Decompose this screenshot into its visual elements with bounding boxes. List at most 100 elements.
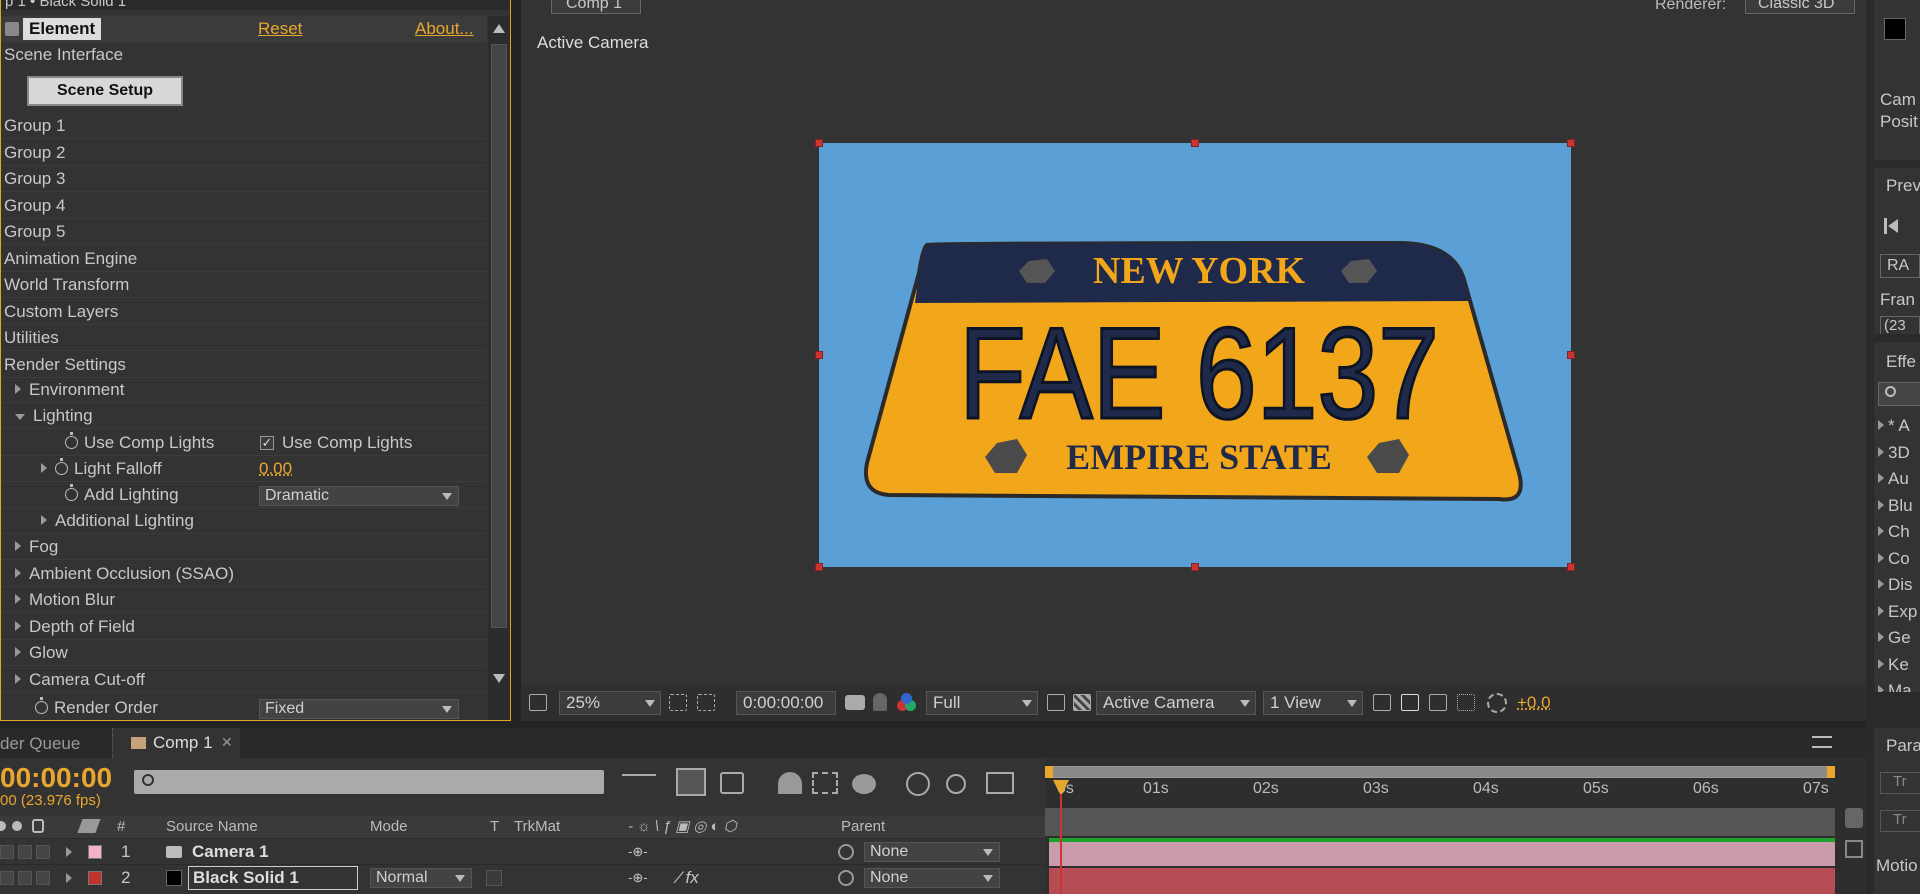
render-settings-group[interactable]: Depth of Field [1,614,487,640]
blend-mode-dropdown[interactable]: Normal [370,868,472,888]
lighting-group[interactable]: Lighting [1,403,487,429]
expand-triangle-icon[interactable] [1878,526,1884,536]
safe-areas-icon[interactable] [669,694,687,711]
lock-icon[interactable] [32,819,44,833]
timecode-field[interactable]: 0:00:00:00 [736,691,836,715]
layer-name[interactable]: Camera 1 [192,839,269,865]
transform-handle[interactable] [1567,563,1575,571]
panel-menu-icon[interactable] [1812,736,1832,748]
expand-triangle-icon[interactable] [66,847,72,857]
solo-switch-icon[interactable] [12,821,22,831]
light-falloff-value[interactable]: 0.00 [259,456,292,482]
transform-handle[interactable] [1191,139,1199,147]
property-group[interactable]: Custom Layers [1,299,487,325]
label-tag-icon[interactable] [77,819,101,833]
layer-row[interactable]: 2 Black Solid 1 Normal -⊕- ⁄ fx None [0,864,1045,890]
shy-switch-icon[interactable]: -⊕- [628,839,648,865]
show-snapshot-icon[interactable] [873,693,887,711]
effects-category[interactable]: Ch [1878,522,1910,542]
effects-category[interactable]: 3D [1878,443,1910,463]
effects-category[interactable]: Co [1878,549,1910,569]
tab-render-queue[interactable]: der Queue [0,734,80,754]
time-graph[interactable]: 0s 01s 02s 03s 04s 05s 06s 07s [1045,758,1866,894]
draft-3d-icon[interactable] [676,768,706,796]
mask-visibility-icon[interactable] [697,694,715,711]
expand-triangle-icon[interactable] [1878,658,1884,669]
expand-triangle-icon[interactable] [1878,473,1884,483]
property-group[interactable]: Animation Engine [1,246,487,272]
effects-search-input[interactable] [1878,382,1920,406]
preserve-transparency-toggle[interactable] [486,870,502,886]
close-tab-icon[interactable]: ✕ [221,734,233,751]
transform-handle[interactable] [1567,351,1575,359]
additional-lighting-group[interactable]: Additional Lighting [1,508,487,534]
property-group[interactable]: World Transform [1,272,487,298]
col-source-name[interactable]: Source Name [166,816,258,838]
scroll-thumb[interactable] [491,44,507,628]
brainstorm-icon[interactable] [906,772,930,796]
comp-mini-flowchart-icon[interactable] [622,774,656,792]
parent-pickwhip-icon[interactable] [838,870,854,886]
effects-category[interactable]: Dis [1878,575,1913,595]
transparency-grid-icon[interactable] [1073,694,1091,711]
zoom-dropdown[interactable]: 25% [559,691,661,715]
stopwatch-icon[interactable] [55,458,68,475]
effects-category[interactable]: * A [1878,416,1910,436]
property-group[interactable]: Group 3 [1,166,487,192]
solo-toggle[interactable] [18,845,32,859]
tracker-field[interactable]: Tr [1880,810,1920,832]
lock-toggle[interactable] [36,845,50,859]
visibility-toggle[interactable] [0,845,14,859]
layer-2-bar[interactable] [1049,868,1835,894]
label-color-swatch[interactable] [88,845,102,859]
first-frame-icon[interactable] [1884,218,1898,234]
always-preview-icon[interactable] [529,694,547,711]
hide-shy-layers-icon[interactable] [720,772,744,794]
transform-handle[interactable] [815,563,823,571]
work-area-end[interactable] [1827,766,1835,778]
visibility-toggle[interactable] [0,871,14,885]
scroll-up-arrow-icon[interactable] [493,24,505,33]
about-link[interactable]: About... [415,16,474,42]
effects-category[interactable]: Ke [1878,655,1909,675]
render-settings-group[interactable]: Fog [1,534,487,560]
scrollbar[interactable] [488,16,510,720]
graph-editor-toggle-icon[interactable] [986,772,1014,794]
comp-tab[interactable]: Comp 1 [551,0,641,14]
view-dropdown[interactable]: Active Camera [1096,691,1256,715]
expand-triangle-icon[interactable] [15,673,21,684]
expand-triangle-icon[interactable] [1878,446,1884,457]
video-switch-icon[interactable] [0,821,6,831]
expand-triangle-icon[interactable] [41,515,47,525]
reset-link[interactable]: Reset [258,16,302,42]
render-settings-group[interactable]: Camera Cut-off [1,667,487,693]
parent-dropdown[interactable]: None [864,842,1000,862]
layout-dropdown[interactable]: 1 View [1263,691,1363,715]
scene-setup-button[interactable]: Scene Setup [27,76,183,106]
comp-canvas[interactable]: NEW YORK FAE 6137 EMPIRE STATE [819,143,1571,567]
zoom-slider-icon[interactable] [1845,808,1863,828]
effects-category[interactable]: Ge [1878,628,1911,648]
frame-rate-field[interactable]: (23 [1880,316,1920,334]
ram-preview-dropdown[interactable]: RA [1880,254,1920,278]
scroll-down-arrow-icon[interactable] [493,674,505,683]
expand-triangle-icon[interactable] [1878,420,1884,430]
expand-triangle-icon[interactable] [1878,605,1884,616]
transform-handle[interactable] [1567,139,1575,147]
tracker-field[interactable]: Tr [1880,772,1920,794]
stopwatch-icon[interactable] [946,774,966,794]
property-group[interactable]: Group 4 [1,193,487,219]
work-area-bar[interactable] [1045,766,1835,778]
expand-triangle-icon[interactable] [15,594,21,604]
property-group[interactable]: Group 5 [1,219,487,245]
frame-blending-icon[interactable] [778,772,802,794]
property-group[interactable]: Group 2 [1,140,487,166]
stopwatch-icon[interactable] [65,484,78,501]
lock-toggle[interactable] [36,871,50,885]
timeline-icon[interactable] [1429,694,1447,711]
expand-triangle-icon[interactable] [41,463,47,473]
property-group[interactable]: Render Settings [1,352,487,378]
transform-handle[interactable] [815,139,823,147]
expand-triangle-icon[interactable] [1878,499,1884,510]
parent-dropdown[interactable]: None [864,868,1000,888]
